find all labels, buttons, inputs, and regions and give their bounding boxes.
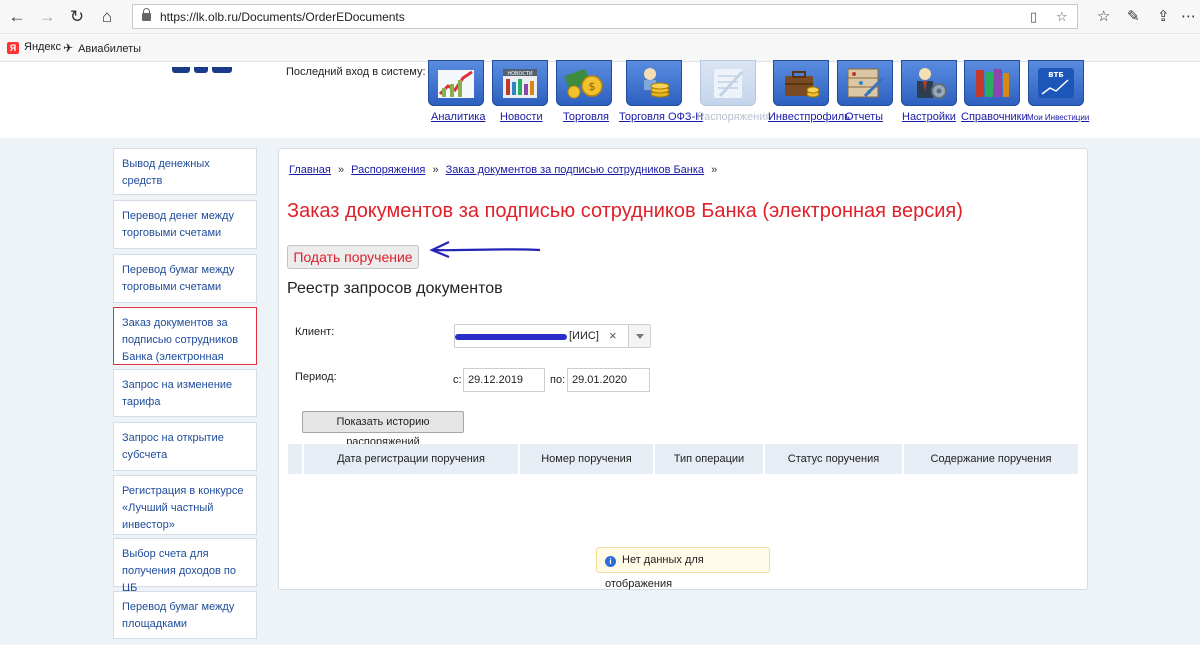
sidebar-item-transfer-between-venues[interactable]: Перевод бумаг между площадками [113,591,257,639]
orders-icon [700,60,756,106]
column-header-select [288,444,302,474]
column-header-number[interactable]: Номер поручения [518,444,653,474]
sidebar-item-income-account[interactable]: Выбор счета для получения доходов по ЦБ [113,538,257,594]
clear-icon[interactable]: × [609,328,617,343]
share-icon[interactable]: ⇪ [1157,7,1170,25]
directories-icon[interactable] [964,60,1020,106]
client-select[interactable]: [ИИС] × [454,324,651,348]
main-panel: Главная » Распоряжения » Заказ документо… [278,148,1088,590]
column-header-content[interactable]: Содержание поручения [902,444,1078,474]
show-history-button[interactable]: Показать историю распоряжений [302,411,464,448]
nav-news[interactable]: Новости [500,111,543,123]
empty-state-message: i Нет данных для отображения [596,547,770,590]
airplane-icon: ✈ [63,41,74,55]
favorite-star-icon[interactable]: ☆ [1056,9,1068,25]
nav-settings[interactable]: Настройки [902,111,956,123]
refresh-icon[interactable]: ↻ [66,6,88,28]
period-label: Период: [295,371,337,383]
nav-trading[interactable]: Торговля [563,111,609,123]
to-label: по: [550,374,566,386]
pen-icon[interactable]: ✎ [1127,7,1140,25]
registry-heading: Реестр запросов документов [287,280,503,297]
vtb-investments-icon[interactable]: ВТБ [1028,60,1084,106]
nav-my-investments[interactable]: Мои Инвестиции [1027,113,1089,122]
empty-state-text: Нет данных для отображения [605,554,704,590]
site-header: Последний вход в систему: 28.01.2 НОВОСТ… [0,60,1200,138]
news-icon[interactable]: НОВОСТИ [492,60,548,106]
sidebar-item-change-tariff[interactable]: Запрос на изменение тарифа [113,369,257,417]
favorite-yandex[interactable]: Я Яндекс [7,41,61,54]
nav-analytics[interactable]: Аналитика [431,111,485,123]
analytics-icon[interactable] [428,60,484,106]
reading-view-icon[interactable]: ▯ [1030,9,1037,25]
column-header-date[interactable]: Дата регистрации поручения [302,444,518,474]
info-icon: i [605,556,616,567]
breadcrumb-current[interactable]: Заказ документов за подписью сотрудников… [446,164,704,176]
nav-ofz-trading[interactable]: Торговля ОФЗ-Н [619,111,703,123]
sidebar-item-order-documents[interactable]: Заказ документов за подписью сотрудников… [113,307,257,380]
yandex-icon: Я [7,42,19,54]
home-icon[interactable]: ⌂ [96,6,118,28]
more-icon[interactable]: ⋯ [1181,7,1196,25]
favorites-list-icon[interactable]: ☆ [1097,7,1110,25]
forward-icon[interactable]: → [36,6,58,28]
settings-icon[interactable] [901,60,957,106]
sidebar-item-money-transfer[interactable]: Перевод денег между торговыми счетами [113,200,257,249]
nav-invest-profile[interactable]: Инвестпрофиль [768,111,850,123]
favorites-bar: Я Яндекс ✈ Авиабилеты [0,35,1200,62]
lock-icon [142,8,151,22]
invest-profile-icon[interactable] [773,60,829,106]
sidebar-item-withdraw-funds[interactable]: Вывод денежных средств [113,148,257,195]
vtb-logo[interactable] [172,62,242,73]
svg-text:НОВОСТИ: НОВОСТИ [507,71,533,77]
from-label: с: [453,374,462,386]
column-header-status[interactable]: Статус поручения [763,444,902,474]
browser-toolbar: ← → ↻ ⌂ https://lk.olb.ru/Documents/Orde… [0,0,1200,34]
sidebar-item-open-subaccount[interactable]: Запрос на открытие субсчета [113,422,257,471]
date-to-input[interactable]: 29.01.2020 [567,368,650,392]
breadcrumb-home[interactable]: Главная [289,164,331,176]
trading-icon[interactable]: $ [556,60,612,106]
ofz-trading-icon[interactable] [626,60,682,106]
date-from-input[interactable]: 29.12.2019 [463,368,545,392]
svg-text:ВТБ: ВТБ [1048,71,1063,79]
page-title: Заказ документов за подписью сотрудников… [287,200,963,222]
client-value: [ИИС] [569,330,599,342]
nav-orders: Распоряжения [697,111,772,123]
breadcrumb-orders[interactable]: Распоряжения [351,164,425,176]
chevron-down-icon[interactable] [628,325,650,347]
svg-text:$: $ [589,80,596,93]
breadcrumb-separator: » [432,164,439,176]
nav-reports[interactable]: Отчеты [845,111,883,123]
column-header-type[interactable]: Тип операции [653,444,763,474]
sidebar-item-best-investor[interactable]: Регистрация в конкурсе «Лучший частный и… [113,475,257,535]
annotation-arrow-icon [429,241,541,259]
address-bar[interactable]: https://lk.olb.ru/Documents/OrderEDocume… [132,4,1078,29]
redacted-client-name [455,334,567,340]
breadcrumb-separator: » [711,164,718,176]
submit-order-button[interactable]: Подать поручение [287,245,419,269]
sidebar-item-securities-transfer[interactable]: Перевод бумаг между торговыми счетами [113,254,257,303]
breadcrumb: Главная » Распоряжения » Заказ документо… [289,164,721,176]
nav-directories[interactable]: Справочники [961,111,1028,123]
table-header: Дата регистрации поручения Номер поручен… [288,444,1078,474]
client-label: Клиент: [295,326,335,338]
reports-icon[interactable] [837,60,893,106]
url-text: https://lk.olb.ru/Documents/OrderEDocume… [160,10,405,24]
breadcrumb-separator: » [337,164,345,176]
back-icon[interactable]: ← [6,6,28,28]
favorite-aviabilety[interactable]: ✈ Авиабилеты [63,41,141,55]
